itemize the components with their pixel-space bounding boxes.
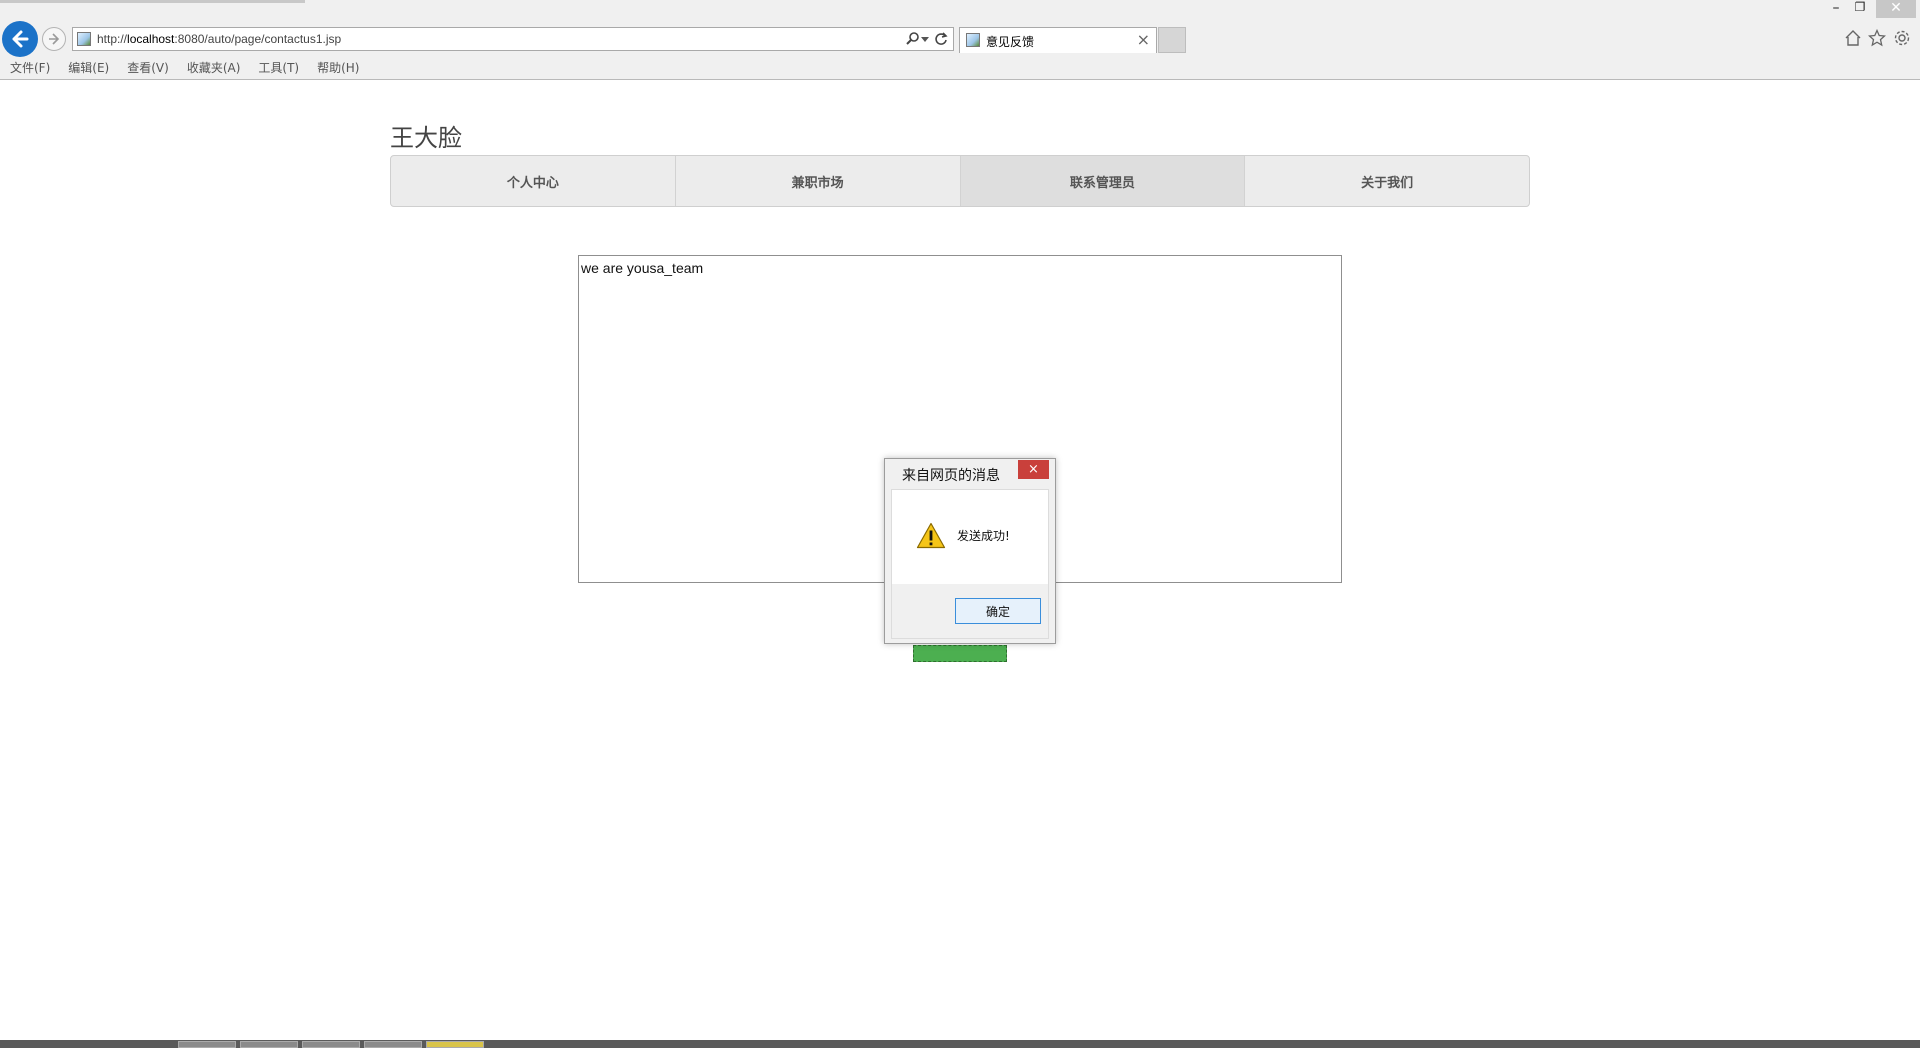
main-nav: 个人中心 兼职市场 联系管理员 关于我们	[390, 155, 1530, 207]
alert-dialog: 来自网页的消息 × 发送成功! 确定	[884, 458, 1056, 644]
taskbar-button[interactable]	[240, 1041, 298, 1048]
nav-item-job-market[interactable]: 兼职市场	[676, 156, 961, 206]
forward-button[interactable]	[42, 27, 66, 51]
refresh-icon[interactable]	[933, 31, 949, 47]
tab-close-icon[interactable]: ×	[1137, 30, 1150, 49]
menu-help[interactable]: 帮助(H)	[315, 56, 367, 78]
menu-view[interactable]: 查看(V)	[125, 56, 177, 78]
url-prefix: http://	[97, 32, 128, 46]
search-icon[interactable]	[905, 31, 921, 47]
back-button[interactable]	[2, 21, 38, 57]
send-button[interactable]	[913, 645, 1007, 662]
browser-chrome: http://localhost:8080/auto/page/contactu…	[0, 0, 1920, 80]
menu-edit[interactable]: 编辑(E)	[66, 56, 117, 78]
nav-item-contact-admin[interactable]: 联系管理员	[960, 156, 1246, 206]
nav-item-about-us[interactable]: 关于我们	[1245, 156, 1529, 206]
minimize-button[interactable]: –	[1826, 0, 1846, 18]
gear-icon[interactable]	[1893, 29, 1911, 47]
menu-file[interactable]: 文件(F)	[8, 56, 58, 78]
dialog-title: 来自网页的消息	[902, 468, 1000, 484]
page-favicon-icon	[77, 32, 91, 46]
chevron-down-icon[interactable]	[921, 37, 929, 42]
dialog-body: 发送成功! 确定	[891, 489, 1049, 639]
new-tab-button[interactable]	[1158, 27, 1186, 53]
forward-arrow-icon	[49, 33, 60, 45]
menu-bar: 文件(F) 编辑(E) 查看(V) 收藏夹(A) 工具(T) 帮助(H)	[0, 56, 375, 78]
menu-tools[interactable]: 工具(T)	[256, 56, 307, 78]
ok-button[interactable]: 确定	[955, 598, 1041, 624]
url-host: localhost	[127, 32, 175, 46]
tab-favicon-icon	[966, 33, 980, 47]
restore-button[interactable]: ❐	[1848, 0, 1872, 18]
url-path: :8080/auto/page/contactus1.jsp	[174, 32, 342, 46]
dialog-footer: 确定	[892, 584, 1048, 638]
favorites-star-icon[interactable]	[1868, 29, 1886, 47]
site-title: 王大脸	[390, 124, 462, 152]
nav-item-personal-center[interactable]: 个人中心	[391, 156, 676, 206]
loading-bar	[0, 0, 305, 3]
menu-favorites[interactable]: 收藏夹(A)	[185, 56, 249, 78]
address-bar[interactable]: http://localhost:8080/auto/page/contactu…	[72, 27, 954, 51]
taskbar-button[interactable]	[364, 1041, 422, 1048]
taskbar-button[interactable]	[302, 1041, 360, 1048]
url-text[interactable]: http://localhost:8080/auto/page/contactu…	[97, 32, 341, 46]
tab-title: 意见反馈	[986, 35, 1035, 49]
home-icon[interactable]	[1844, 29, 1862, 47]
window-close-button[interactable]: ✕	[1876, 0, 1916, 18]
back-arrow-icon	[12, 30, 29, 48]
warning-icon	[916, 522, 946, 549]
taskbar-button-active[interactable]	[426, 1041, 484, 1048]
tab-feedback[interactable]: 意见反馈 ×	[959, 27, 1157, 53]
dialog-message: 发送成功!	[957, 529, 1010, 543]
taskbar	[0, 1040, 1920, 1048]
taskbar-button[interactable]	[178, 1041, 236, 1048]
dialog-close-button[interactable]: ×	[1018, 460, 1049, 479]
